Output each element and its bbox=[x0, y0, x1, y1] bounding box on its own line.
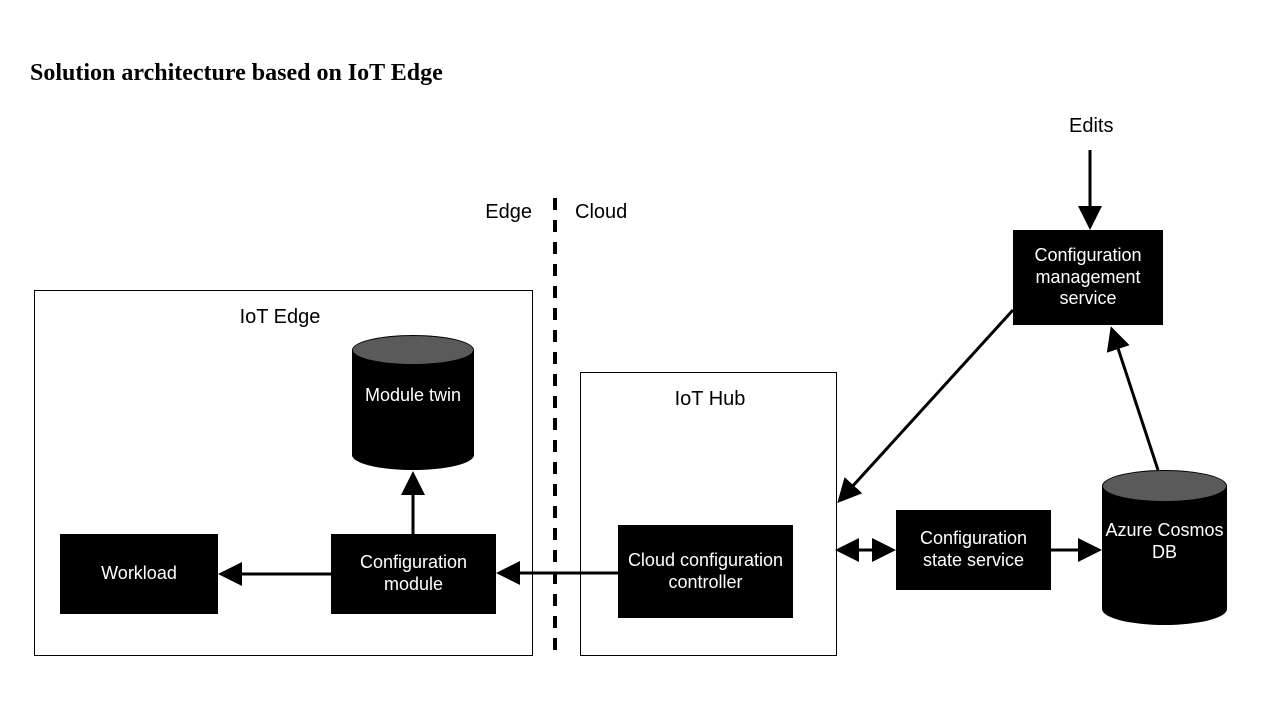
region-label-edge: Edge bbox=[462, 201, 532, 224]
module-twin-cylinder: Module twin bbox=[352, 335, 474, 470]
edits-label: Edits bbox=[1069, 115, 1113, 138]
config-module-label: Configuration module bbox=[337, 552, 490, 595]
diagram-title: Solution architecture based on IoT Edge bbox=[30, 60, 443, 87]
arrow-cosmos-to-mgmt bbox=[1112, 330, 1158, 470]
config-mgmt-service-box: Configuration management service bbox=[1013, 230, 1163, 325]
arrow-mgmt-to-iothub bbox=[840, 310, 1013, 500]
diagram-stage: Solution architecture based on IoT Edge … bbox=[0, 0, 1280, 720]
iot-edge-group-label: IoT Edge bbox=[200, 306, 360, 329]
cloud-config-controller-label: Cloud configuration controller bbox=[624, 550, 787, 593]
module-twin-label: Module twin bbox=[352, 385, 474, 407]
config-module-box: Configuration module bbox=[331, 534, 496, 614]
cosmos-db-cylinder: Azure Cosmos DB bbox=[1102, 470, 1227, 625]
cloud-config-controller-box: Cloud configuration controller bbox=[618, 525, 793, 618]
config-mgmt-service-label: Configuration management service bbox=[1019, 245, 1157, 310]
workload-label: Workload bbox=[101, 563, 177, 585]
workload-box: Workload bbox=[60, 534, 218, 614]
config-state-service-box: Configuration state service bbox=[896, 510, 1051, 590]
config-state-service-label: Configuration state service bbox=[902, 528, 1045, 571]
iot-hub-group-label: IoT Hub bbox=[640, 388, 780, 411]
cosmos-db-label: Azure Cosmos DB bbox=[1102, 520, 1227, 563]
region-label-cloud: Cloud bbox=[575, 201, 627, 224]
